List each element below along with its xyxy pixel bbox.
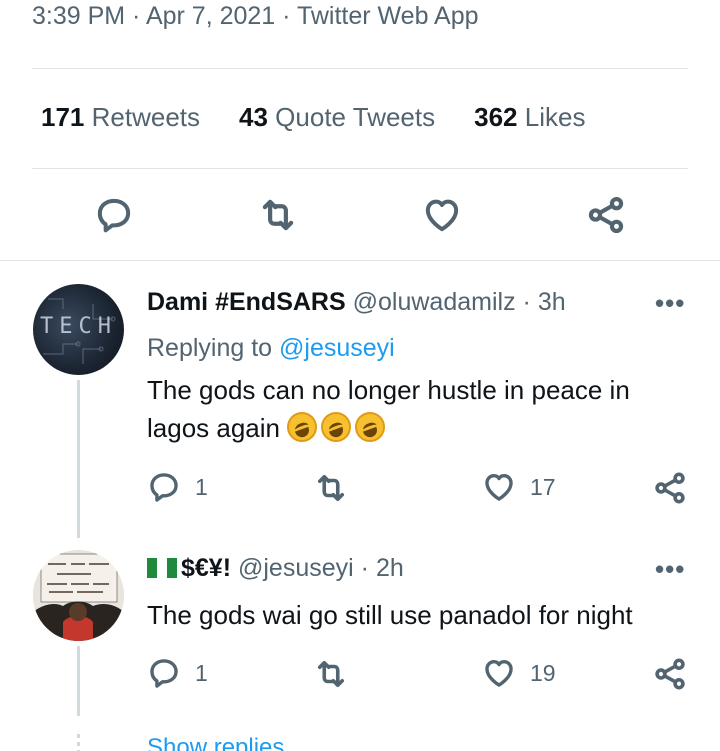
heart-icon [485,659,513,687]
avatar[interactable] [33,550,124,641]
reply-text: The gods wai go still use panadol for ni… [147,600,633,630]
share-icon [655,472,685,504]
timestamp[interactable]: 3h [538,288,566,316]
reply-icon [97,198,131,233]
like-count: 19 [530,659,556,686]
likes-stat[interactable]: 362 Likes [474,102,585,133]
retweets-count: 171 [41,102,85,132]
reply-button[interactable]: 1 [147,470,208,504]
share-icon [588,196,624,234]
thread-line [77,380,80,538]
display-name[interactable]: $€¥! [181,554,231,582]
more-options-button[interactable]: ••• [655,554,685,585]
divider [0,260,720,261]
separator: · [522,288,531,316]
avatar-text: TECH [40,314,117,339]
reply-count: 1 [195,473,208,500]
retweets-label: Retweets [91,102,201,132]
quote-tweets-label: Quote Tweets [275,102,436,132]
heart-icon [485,473,513,501]
reply-count: 1 [195,659,208,686]
protest-sign-image [33,550,124,641]
share-button[interactable] [583,192,629,238]
rolling-laughing-emoji-icon [355,412,386,442]
reply-header: $€¥! @jesuseyi · 2h [147,554,404,583]
retweet-button[interactable] [313,656,349,692]
share-button[interactable] [652,470,688,506]
separator: · [360,554,369,582]
reply-icon [150,473,178,502]
share-button[interactable] [652,656,688,692]
likes-label: Likes [524,102,586,132]
divider [32,68,688,69]
tweet-detail: 3:39 PM · Apr 7, 2021 · Twitter Web App … [0,0,720,751]
thread-continuation-dots [77,734,80,751]
avatar[interactable]: TECH [33,284,124,375]
rolling-laughing-emoji-icon [287,412,318,442]
reply-actions: 1 19 [0,656,720,696]
retweet-button[interactable] [313,470,349,506]
reply-actions: 1 17 [0,470,720,510]
retweet-icon [262,199,294,231]
reply-text: The gods can no longer hustle in peace i… [147,371,697,447]
replying-prefix: Replying to [147,334,273,362]
retweets-stat[interactable]: 171 Retweets [41,102,200,133]
nigeria-flag-icon [147,556,177,578]
reply-header: Dami #EndSARS @oluwadamilz · 3h [147,288,566,317]
reply-text-content: The gods can no longer hustle in peace i… [147,375,630,443]
like-button[interactable]: 17 [482,470,556,504]
quote-tweets-stat[interactable]: 43 Quote Tweets [239,102,435,133]
rolling-laughing-emoji-icon [321,412,352,442]
show-replies-link[interactable]: Show replies [147,734,284,751]
display-name[interactable]: Dami #EndSARS [147,288,346,316]
tweet-stats: 171 Retweets 43 Quote Tweets 362 Likes [41,102,585,133]
like-button[interactable]: 19 [482,656,556,690]
tweet-action-bar [0,192,720,238]
tweet-meta: 3:39 PM · Apr 7, 2021 · Twitter Web App [32,2,479,30]
user-handle[interactable]: @oluwadamilz [353,288,516,316]
user-handle[interactable]: @jesuseyi [238,554,354,582]
reply-button[interactable]: 1 [147,656,208,690]
share-icon [655,658,685,690]
reply-button[interactable] [91,192,137,238]
like-count: 17 [530,473,556,500]
mention-link[interactable]: @jesuseyi [279,334,395,362]
retweet-icon [317,474,345,502]
like-button[interactable] [419,192,465,238]
replying-to: Replying to @jesuseyi [147,334,395,363]
divider [32,168,688,169]
retweet-icon [317,660,345,688]
likes-count: 362 [474,102,518,132]
more-options-button[interactable]: ••• [655,288,685,319]
reply-icon [150,659,178,688]
timestamp[interactable]: 2h [376,554,404,582]
heart-icon [425,199,459,232]
retweet-button[interactable] [255,192,301,238]
quote-tweets-count: 43 [239,102,268,132]
